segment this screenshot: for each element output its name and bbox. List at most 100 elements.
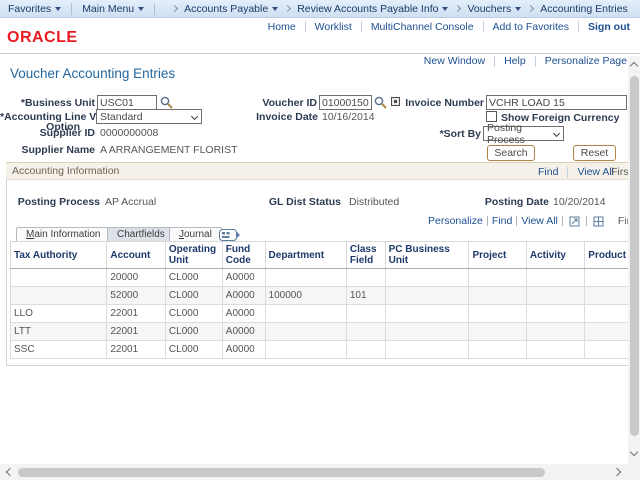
table-row: SSC22001CL000A0000 [11,341,640,359]
grid-cell: 22001 [107,323,166,341]
section-view-all-link[interactable]: View All [577,166,614,178]
divider [586,216,587,226]
column-header[interactable]: Project [469,242,526,269]
worklist-link[interactable]: Worklist [315,21,352,33]
supplier-name-label: Supplier Name [0,144,95,156]
grid-find-link[interactable]: Find [492,215,512,227]
sort-by-select[interactable]: Posting Process [483,126,564,141]
grid-view-all-link[interactable]: View All [521,215,558,227]
section-find-link[interactable]: Find [538,166,558,178]
breadcrumb-item-accounting-entries[interactable]: Accounting Entries [540,3,628,15]
related-actions-icon[interactable] [391,97,400,106]
grid-cell [385,287,469,305]
divider [361,21,362,32]
divider [305,21,306,32]
search-button[interactable]: Search [487,145,535,161]
divider [535,56,536,67]
table-row: 20000CL000A0000 [11,269,640,287]
column-header[interactable]: Department [265,242,346,269]
personalize-link[interactable]: Personalize [428,215,483,227]
breadcrumb-divider [71,3,72,15]
multichannel-console-link[interactable]: MultiChannel Console [371,21,474,33]
invoice-date-value: 10/16/2014 [322,111,375,123]
gl-dist-status-value: Distributed [349,196,399,208]
divider [483,21,484,32]
business-unit-label: *Business Unit [0,97,95,109]
accounting-line-view-select[interactable]: Standard [96,109,202,124]
section-nav: Find View All [538,166,614,178]
breadcrumb-item-vouchers[interactable]: Vouchers [467,3,521,15]
grid-cell [265,323,346,341]
breadcrumb-item-review-ap-info[interactable]: Review Accounts Payable Info [297,3,448,15]
grid-cell [469,323,526,341]
add-to-favorites-link[interactable]: Add to Favorites [493,21,569,33]
column-header[interactable]: Class Field [346,242,385,269]
business-unit-lookup-icon[interactable] [160,96,173,109]
column-header[interactable]: Account [107,242,166,269]
breadcrumb-item-main-menu[interactable]: Main Menu [82,3,144,15]
vertical-scrollbar-thumb[interactable] [630,76,639,436]
chevron-down-icon [138,7,144,11]
grid-cell [265,269,346,287]
column-header[interactable]: Operating Unit [165,242,222,269]
vertical-scrollbar[interactable] [628,56,640,462]
utility-bar: Home Worklist MultiChannel Console Add t… [0,18,640,35]
column-header[interactable]: Tax Authority [11,242,107,269]
scroll-left-icon[interactable] [2,465,14,479]
scroll-down-icon[interactable] [628,446,640,460]
scroll-up-icon[interactable] [628,58,640,72]
sort-by-label: *Sort By [400,128,481,140]
grid-cell [346,269,385,287]
scroll-right-icon[interactable] [612,465,624,479]
tab-chartfields[interactable]: Chartfields [107,227,175,241]
invoice-number-input[interactable] [486,95,627,110]
chevron-down-icon [515,7,521,11]
invoice-date-label: Invoice Date [230,111,318,123]
chevron-down-icon [55,7,61,11]
supplier-id-label: Supplier ID [0,127,95,139]
grid-cell [11,287,107,305]
horizontal-scrollbar[interactable] [0,464,628,480]
grid-cell: SSC [11,341,107,359]
reset-button[interactable]: Reset [573,145,616,161]
posting-date-label: Posting Date [460,196,549,208]
posting-process-value: AP Accrual [105,196,156,208]
show-foreign-currency-checkbox[interactable] [486,111,497,122]
section-title: Accounting Information [12,165,119,177]
chevron-down-icon [272,7,278,11]
divider [578,21,579,32]
tab-main-information[interactable]: Main Information [16,227,111,241]
personalize-page-link[interactable]: Personalize Page [545,55,627,67]
grid-cell [526,287,584,305]
grid-header-row: Tax AuthorityAccountOperating UnitFund C… [11,242,640,269]
column-header[interactable]: PC Business Unit [385,242,469,269]
horizontal-scrollbar-thumb[interactable] [18,468,545,477]
grid-cell: 20000 [107,269,166,287]
grid-cell: CL000 [165,341,222,359]
sign-out-link[interactable]: Sign out [588,21,630,33]
grid-cell [526,323,584,341]
grid-cell: 52000 [107,287,166,305]
posting-date-value: 10/20/2014 [553,196,606,208]
grid-cell [469,287,526,305]
home-link[interactable]: Home [268,21,296,33]
grid-cell [265,305,346,323]
voucher-id-lookup-icon[interactable] [374,96,387,109]
zoom-grid-icon[interactable] [569,216,580,227]
column-header[interactable]: Fund Code [222,242,265,269]
grid-body: 20000CL000A000052000CL000A0000100000101L… [11,269,640,359]
new-window-link[interactable]: New Window [424,55,485,67]
business-unit-input[interactable] [97,95,157,110]
help-link[interactable]: Help [504,55,526,67]
grid-cell: A0000 [222,269,265,287]
invoice-number-label: Invoice Number [400,97,484,109]
column-header[interactable]: Activity [526,242,584,269]
tab-journal[interactable]: Journal [169,227,222,241]
grid-cell [526,305,584,323]
voucher-id-input[interactable] [319,95,372,110]
divider [494,56,495,67]
download-to-excel-icon[interactable] [593,216,604,227]
breadcrumb-item-accounts-payable[interactable]: Accounts Payable [184,3,278,15]
breadcrumb: Favorites Main Menu Accounts Payable Rev… [0,0,640,18]
breadcrumb-item-favorites[interactable]: Favorites [8,3,61,15]
